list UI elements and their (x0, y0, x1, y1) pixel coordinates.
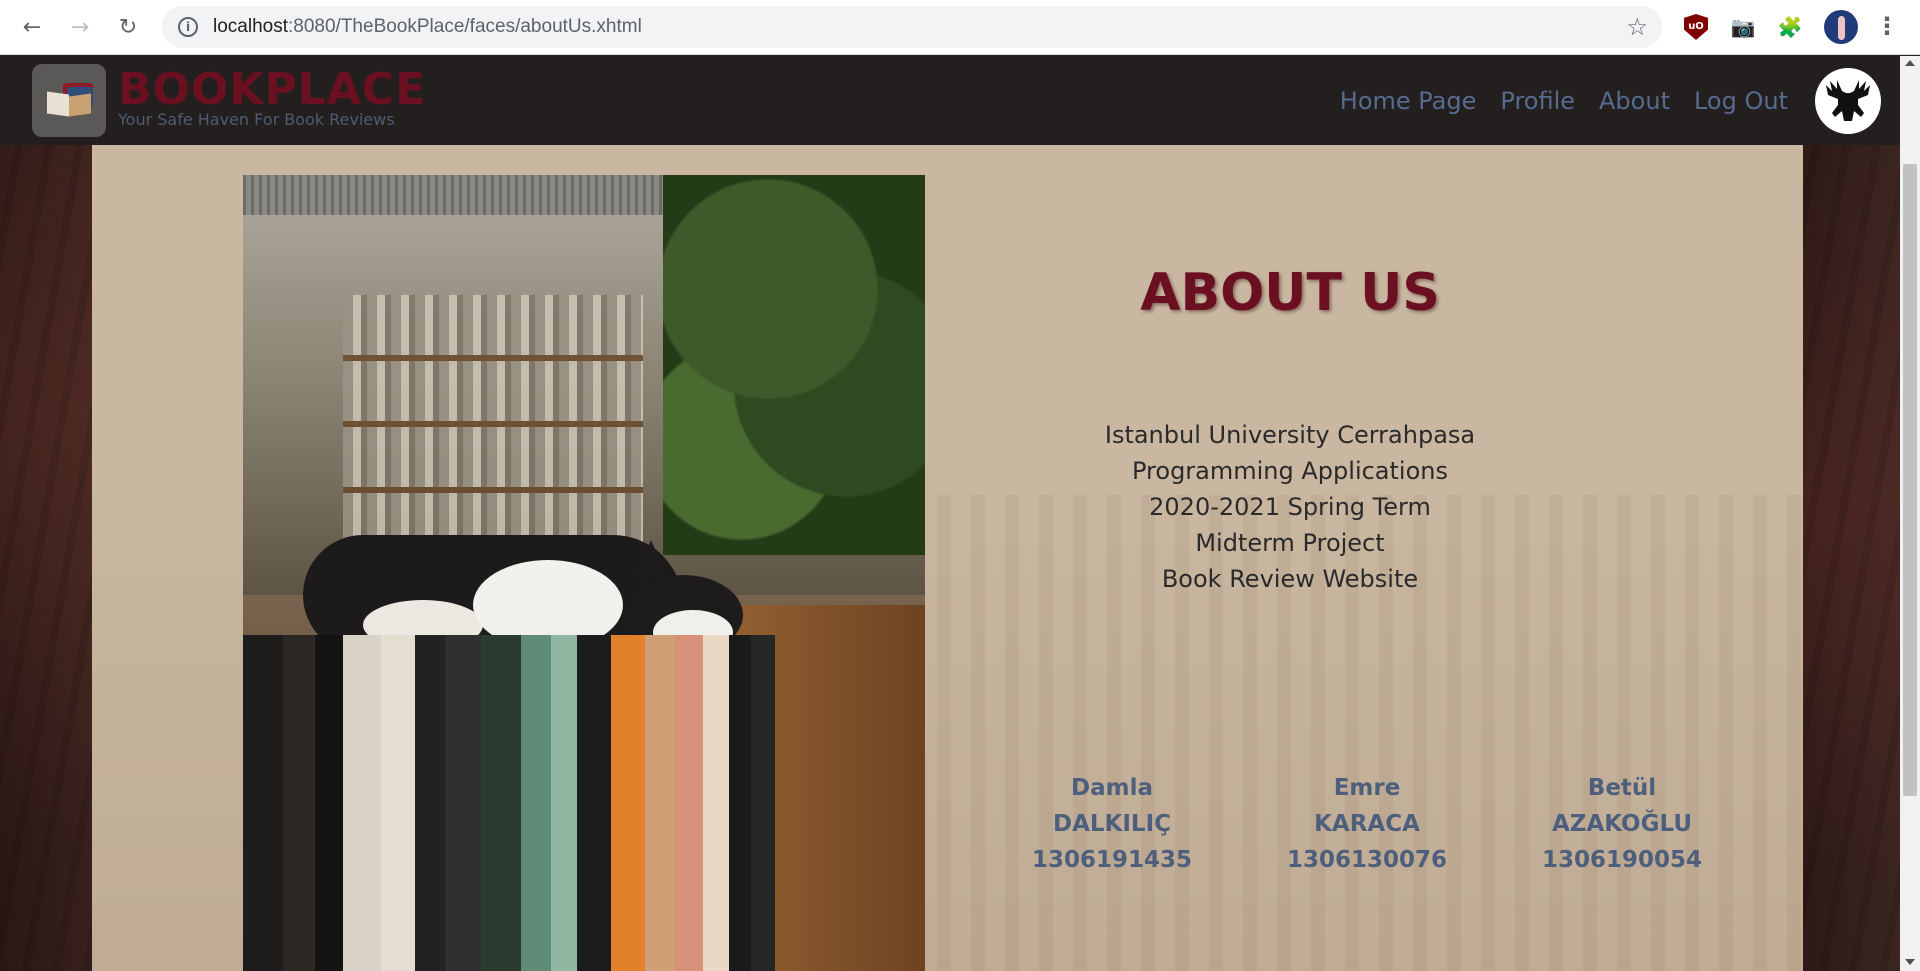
member-student-id: 1306190054 (1541, 847, 1703, 873)
member-student-id: 1306191435 (1031, 847, 1193, 873)
about-line-website: Book Review Website (1161, 565, 1419, 593)
brand-title[interactable]: BOOKPLACE (118, 68, 426, 112)
extensions-puzzle-icon[interactable]: 🧩 (1776, 13, 1804, 41)
about-description: Istanbul University Cerrahpasa Programmi… (1040, 417, 1540, 597)
url-text[interactable]: localhost:8080/TheBookPlace/faces/aboutU… (213, 6, 642, 48)
camera-icon[interactable]: 📷 (1729, 13, 1757, 41)
scrollbar-thumb[interactable] (1903, 164, 1917, 796)
about-line-term: 2020-2021 Spring Term (1149, 493, 1431, 521)
page-title: ABOUT US (1140, 263, 1440, 323)
bookplace-logo[interactable] (32, 64, 106, 137)
url-path: :8080/TheBookPlace/faces/aboutUs.xhtml (288, 16, 642, 37)
address-bar[interactable]: i localhost:8080/TheBookPlace/faces/abou… (162, 6, 1662, 48)
about-line-university: Istanbul University Cerrahpasa (1104, 421, 1476, 449)
scroll-down-arrow-icon[interactable] (1905, 959, 1915, 965)
ublock-label: uO (1684, 14, 1708, 40)
bookshop-cat-photo (243, 175, 925, 971)
back-arrow-icon[interactable]: ← (14, 9, 50, 45)
user-avatar[interactable] (1815, 68, 1881, 134)
forward-arrow-icon[interactable]: → (62, 9, 98, 45)
team-member: Betül AZAKOĞLU 1306190054 (1502, 770, 1742, 878)
member-first-name: Damla (1071, 775, 1153, 801)
member-first-name: Emre (1333, 775, 1401, 801)
nav-profile[interactable]: Profile (1500, 87, 1575, 115)
browser-toolbar: ← → ↻ i localhost:8080/TheBookPlace/face… (0, 0, 1920, 55)
nav-log-out[interactable]: Log Out (1694, 87, 1788, 115)
team-members: Damla DALKILIÇ 1306191435 Emre KARACA 13… (992, 770, 1742, 878)
browser-menu-icon[interactable]: ⋮ (1875, 12, 1899, 40)
site-header: BOOKPLACE Your Safe Haven For Book Revie… (0, 56, 1900, 145)
bookmark-star-icon[interactable]: ☆ (1626, 13, 1648, 41)
moose-icon (1819, 72, 1877, 130)
url-host: localhost (213, 16, 288, 37)
page-viewport: BOOKPLACE Your Safe Haven For Book Revie… (0, 56, 1900, 971)
member-first-name: Betül (1587, 775, 1657, 801)
reload-icon[interactable]: ↻ (110, 9, 146, 45)
page-scrollbar[interactable] (1900, 56, 1920, 971)
about-line-project: Midterm Project (1195, 529, 1385, 557)
team-member: Damla DALKILIÇ 1306191435 (992, 770, 1232, 878)
ublock-extension-icon[interactable]: uO (1682, 13, 1710, 41)
main-nav: Home Page Profile About Log Out (1340, 56, 1788, 145)
team-member: Emre KARACA 1306130076 (1247, 770, 1487, 878)
nav-about[interactable]: About (1599, 87, 1670, 115)
about-panel: ABOUT US Istanbul University Cerrahpasa … (92, 145, 1803, 971)
member-student-id: 1306130076 (1286, 847, 1448, 873)
browser-profile-avatar[interactable] (1824, 10, 1858, 44)
member-last-name: AZAKOĞLU (1551, 811, 1692, 837)
scroll-up-arrow-icon[interactable] (1905, 60, 1915, 66)
nav-home-page[interactable]: Home Page (1340, 87, 1477, 115)
member-last-name: KARACA (1314, 811, 1420, 837)
book-icon (43, 82, 95, 119)
member-last-name: DALKILIÇ (1052, 811, 1172, 837)
about-line-course: Programming Applications (1132, 457, 1448, 485)
site-info-icon[interactable]: i (178, 17, 198, 37)
brand-tagline: Your Safe Haven For Book Reviews (118, 110, 395, 129)
